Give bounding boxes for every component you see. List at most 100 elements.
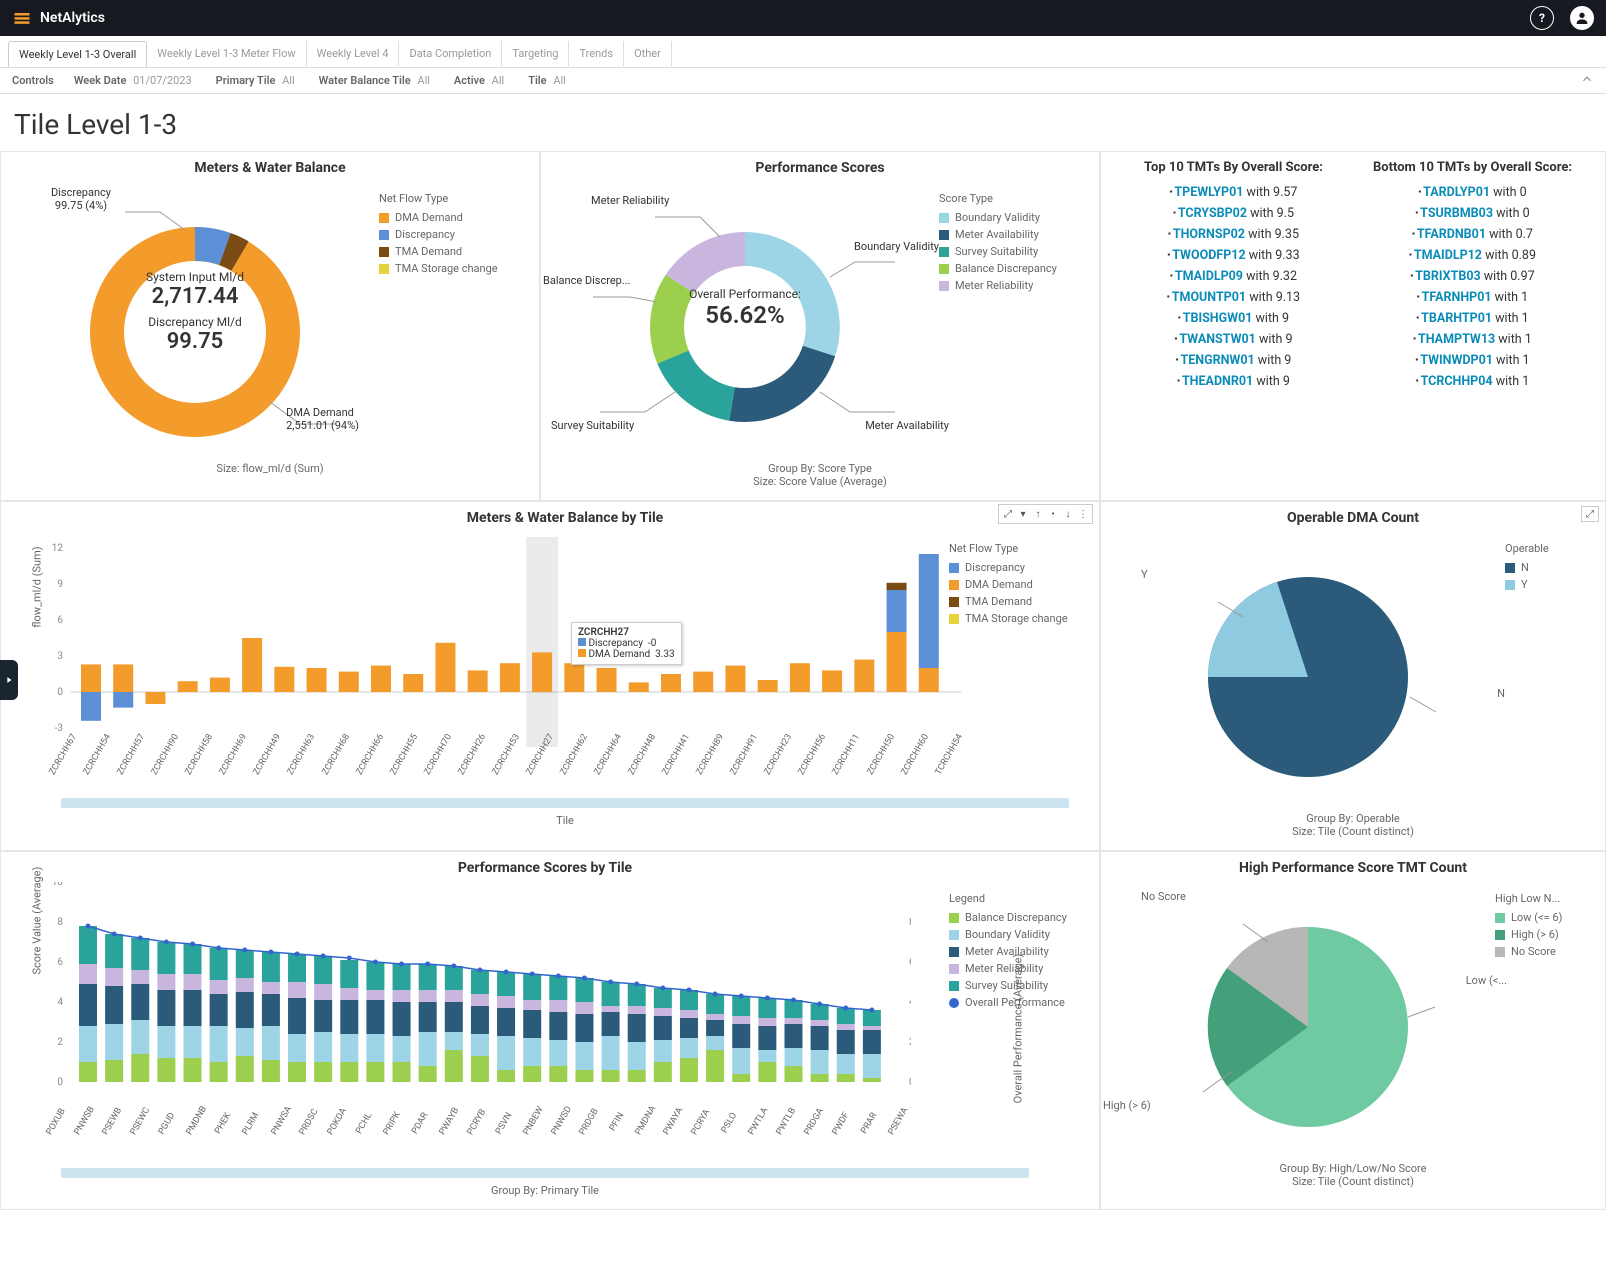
legend-item[interactable]: Survey Suitability [949, 979, 1089, 992]
legend-item[interactable]: Boundary Validity [949, 928, 1089, 941]
legend-item[interactable]: Meter Availability [949, 945, 1089, 958]
legend-score-type: Score Type Boundary ValidityMeter Availa… [939, 182, 1089, 462]
sort-up-icon[interactable]: ↑ [1031, 507, 1045, 521]
maximize-icon[interactable]: ⤢ [1581, 506, 1599, 522]
tmt-item[interactable]: TFARDNB01 with 0.7 [1358, 227, 1587, 242]
help-icon[interactable]: ? [1530, 6, 1554, 30]
app-logo-icon [12, 8, 32, 28]
chart-scrollbar[interactable] [61, 798, 1069, 808]
tmt-item[interactable]: TCRCHHP04 with 1 [1358, 374, 1587, 389]
tmt-item[interactable]: TCRYSBP02 with 9.5 [1119, 206, 1348, 221]
legend-item[interactable]: TMA Demand [949, 595, 1089, 608]
tmt-item[interactable]: TSURBMB03 with 0 [1358, 206, 1587, 221]
legend-item[interactable]: TMA Storage change [949, 612, 1089, 625]
callout-discrepancy: Discrepancy 99.75 (4%) [51, 186, 111, 212]
tmt-item[interactable]: THEADNR01 with 9 [1119, 374, 1348, 389]
stacked-bar-chart[interactable]: 02468100%20%40%60%80%100% [41, 882, 911, 1112]
tmt-item[interactable]: TARDLYP01 with 0 [1358, 185, 1587, 200]
legend-item[interactable]: Overall Performance [949, 996, 1089, 1009]
panel-performance-scores: Performance Scores M [540, 151, 1100, 501]
legend-item[interactable]: Meter Reliability [949, 962, 1089, 975]
legend-item[interactable]: Discrepancy [379, 228, 529, 241]
control-primary-tile[interactable]: Primary Tile All [216, 74, 295, 87]
bar-chart[interactable]: 129630-3 [41, 532, 961, 752]
more-icon[interactable]: ⋮ [1076, 507, 1090, 521]
legend-item[interactable]: TMA Storage change [379, 262, 529, 275]
svg-text:60%: 60% [909, 957, 911, 968]
tmt-bottom-list: TARDLYP01 with 0 TSURBMB03 with 0 TFARDNB0… [1358, 185, 1587, 389]
svg-text:-3: -3 [55, 723, 63, 734]
tab-weekly-level-1-3-meter-flow[interactable]: Weekly Level 1-3 Meter Flow [147, 41, 306, 66]
pie-chart[interactable] [1163, 902, 1443, 1142]
panel-tmt-rankings: Top 10 TMTs By Overall Score: TPEWLYP01 … [1100, 151, 1606, 501]
svg-text:6: 6 [57, 957, 63, 968]
sort-down-icon[interactable]: ↓ [1061, 507, 1075, 521]
user-avatar-icon[interactable] [1570, 6, 1594, 30]
tab-targeting[interactable]: Targeting [502, 41, 569, 66]
legend-item[interactable]: DMA Demand [949, 578, 1089, 591]
tmt-item[interactable]: TBISHGW01 with 9 [1119, 311, 1348, 326]
control-water-balance-tile[interactable]: Water Balance Tile All [319, 74, 430, 87]
tmt-item[interactable]: TWINWDP01 with 1 [1358, 353, 1587, 368]
svg-text:6: 6 [57, 615, 63, 626]
tmt-item[interactable]: TBARHTP01 with 1 [1358, 311, 1587, 326]
maximize-icon[interactable]: ⤢ [1001, 507, 1015, 521]
svg-text:3: 3 [57, 651, 63, 662]
svg-text:40%: 40% [909, 997, 911, 1008]
legend-item[interactable]: Y [1505, 578, 1595, 591]
legend-item[interactable]: High (> 6) [1495, 928, 1595, 941]
chart-tooltip: ZCRCHH27 Discrepancy -0 DMA Demand 3.33 [571, 622, 682, 665]
tmt-top-list: TPEWLYP01 with 9.57 TCRYSBP02 with 9.5 THO… [1119, 185, 1348, 389]
svg-text:100%: 100% [909, 882, 911, 888]
legend-hilo: High Low N... Low (<= 6)High (> 6)No Sco… [1495, 882, 1595, 1162]
filter-icon[interactable]: ▾ [1016, 507, 1030, 521]
tmt-item[interactable]: TWANSTW01 with 9 [1119, 332, 1348, 347]
sheet-tabs: Weekly Level 1-3 OverallWeekly Level 1-3… [0, 36, 1606, 68]
legend-item[interactable]: N [1505, 561, 1595, 574]
tmt-item[interactable]: TENGRNW01 with 9 [1119, 353, 1348, 368]
tmt-item[interactable]: TPEWLYP01 with 9.57 [1119, 185, 1348, 200]
side-expand-knob[interactable] [0, 660, 18, 700]
tmt-item[interactable]: TFARNHP01 with 1 [1358, 290, 1587, 305]
tab-weekly-level-1-3-overall[interactable]: Weekly Level 1-3 Overall [8, 41, 147, 67]
panel-hilo-tmt: High Performance Score TMT Count No Scor… [1100, 851, 1606, 1210]
legend-item[interactable]: Balance Discrepancy [949, 911, 1089, 924]
control-week-date[interactable]: Week Date 01/07/2023 [74, 74, 192, 87]
legend-item[interactable]: Balance Discrepancy [939, 262, 1089, 275]
legend-item[interactable]: Meter Reliability [939, 279, 1089, 292]
tab-weekly-level-4[interactable]: Weekly Level 4 [307, 41, 400, 66]
legend-item[interactable]: TMA Demand [379, 245, 529, 258]
legend-item[interactable]: Low (<= 6) [1495, 911, 1595, 924]
legend-item[interactable]: Survey Suitability [939, 245, 1089, 258]
svg-text:80%: 80% [909, 917, 911, 928]
legend-item[interactable]: Boundary Validity [939, 211, 1089, 224]
svg-text:0: 0 [57, 687, 63, 698]
tab-data-completion[interactable]: Data Completion [399, 41, 502, 66]
legend-net-flow-type: Net Flow Type DiscrepancyDMA DemandTMA D… [949, 542, 1089, 629]
svg-text:2: 2 [57, 1037, 63, 1048]
svg-text:0: 0 [57, 1077, 63, 1088]
legend-item[interactable]: DMA Demand [379, 211, 529, 224]
tmt-item[interactable]: THAMPTW13 with 1 [1358, 332, 1587, 347]
pie-chart[interactable] [1168, 552, 1448, 792]
tmt-item[interactable]: TBRIXTB03 with 0.97 [1358, 269, 1587, 284]
tab-trends[interactable]: Trends [569, 41, 624, 66]
page-title: Tile Level 1-3 [0, 94, 1606, 151]
controls-collapse-icon[interactable] [1580, 72, 1594, 89]
tmt-item[interactable]: TMOUNTP01 with 9.13 [1119, 290, 1348, 305]
callout-dma-demand: DMA Demand 2,551.01 (94%) [286, 406, 359, 432]
legend-item[interactable]: No Score [1495, 945, 1595, 958]
chart-scrollbar[interactable] [61, 1168, 1029, 1178]
tmt-item[interactable]: TMAIDLP09 with 9.32 [1119, 269, 1348, 284]
sort-mid-icon[interactable]: • [1046, 507, 1060, 521]
tmt-item[interactable]: TWOODFP12 with 9.33 [1119, 248, 1348, 263]
tmt-item[interactable]: THORNSP02 with 9.35 [1119, 227, 1348, 242]
control-active[interactable]: Active All [454, 74, 504, 87]
tab-other[interactable]: Other [624, 41, 672, 66]
legend-item[interactable]: Discrepancy [949, 561, 1089, 574]
legend-item[interactable]: Meter Availability [939, 228, 1089, 241]
tmt-item[interactable]: TMAIDLP12 with 0.89 [1358, 248, 1587, 263]
controls-bar: Controls Week Date 01/07/2023Primary Til… [0, 68, 1606, 94]
control-tile[interactable]: Tile All [528, 74, 566, 87]
svg-text:8: 8 [57, 917, 63, 928]
